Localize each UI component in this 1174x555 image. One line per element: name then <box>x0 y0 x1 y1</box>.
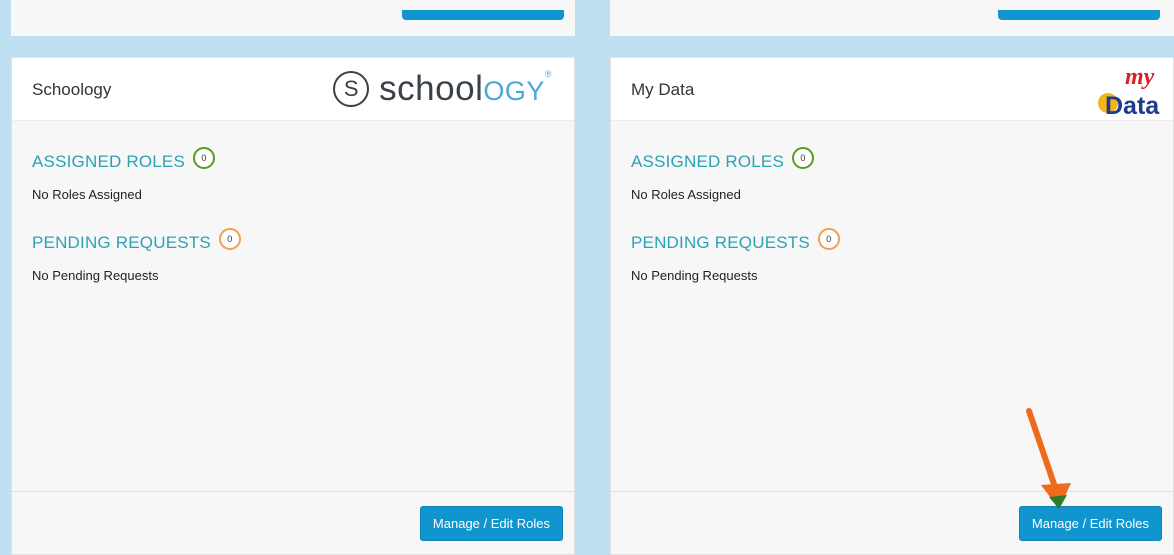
manage-edit-roles-button[interactable]: Manage / Edit Roles <box>419 506 563 541</box>
mydata-logo: my Data <box>1098 64 1160 118</box>
card-body: ASSIGNED ROLES 0 No Roles Assigned PENDI… <box>611 121 1173 491</box>
s-circle-icon: S <box>333 71 370 107</box>
pending-requests-note: No Pending Requests <box>32 268 159 283</box>
mydata-logo-bottom: Data <box>1105 92 1160 118</box>
card-schoology: Schoology S schoolOGY® ASSIGNED ROLES 0 … <box>11 57 575 555</box>
card-title: My Data <box>631 80 695 99</box>
assigned-roles-heading: ASSIGNED ROLES 0 <box>32 147 216 173</box>
pending-requests-heading: PENDING REQUESTS 0 <box>32 228 241 254</box>
assigned-roles-label: ASSIGNED ROLES <box>32 152 186 171</box>
card-my-data: My Data my Data ASSIGNED ROLES 0 No Role… <box>610 57 1174 555</box>
pending-requests-count-badge: 0 <box>218 228 241 250</box>
card-footer: Manage / Edit Roles <box>611 491 1173 554</box>
card-title: Schoology <box>32 80 112 99</box>
card-top-stub-left <box>11 0 575 36</box>
assigned-roles-label: ASSIGNED ROLES <box>631 152 785 171</box>
stub-button-left[interactable] <box>402 10 564 20</box>
pending-requests-label: PENDING REQUESTS <box>32 233 211 252</box>
card-top-stub-right <box>610 0 1174 36</box>
mydata-logo-top: my <box>1125 64 1155 90</box>
assigned-roles-note: No Roles Assigned <box>32 187 142 202</box>
assigned-roles-count-badge: 0 <box>193 147 216 169</box>
pending-requests-label: PENDING REQUESTS <box>631 233 810 252</box>
card-header: Schoology S schoolOGY® <box>12 58 574 121</box>
arrow-pointer-icon <box>1026 408 1071 509</box>
pending-requests-heading: PENDING REQUESTS 0 <box>631 228 840 254</box>
pending-requests-note: No Pending Requests <box>631 268 758 283</box>
card-body: ASSIGNED ROLES 0 No Roles Assigned PENDI… <box>12 121 574 491</box>
card-footer: Manage / Edit Roles <box>12 491 574 554</box>
card-header: My Data my Data <box>611 58 1173 121</box>
assigned-roles-note: No Roles Assigned <box>631 187 741 202</box>
schoology-logo: S schoolOGY® <box>333 65 552 113</box>
assigned-roles-count-badge: 0 <box>792 147 815 169</box>
stub-button-right[interactable] <box>998 10 1160 20</box>
schoology-logo-wordmark: schoolOGY® <box>379 69 552 108</box>
assigned-roles-heading: ASSIGNED ROLES 0 <box>631 147 815 173</box>
pending-requests-count-badge: 0 <box>817 228 840 250</box>
